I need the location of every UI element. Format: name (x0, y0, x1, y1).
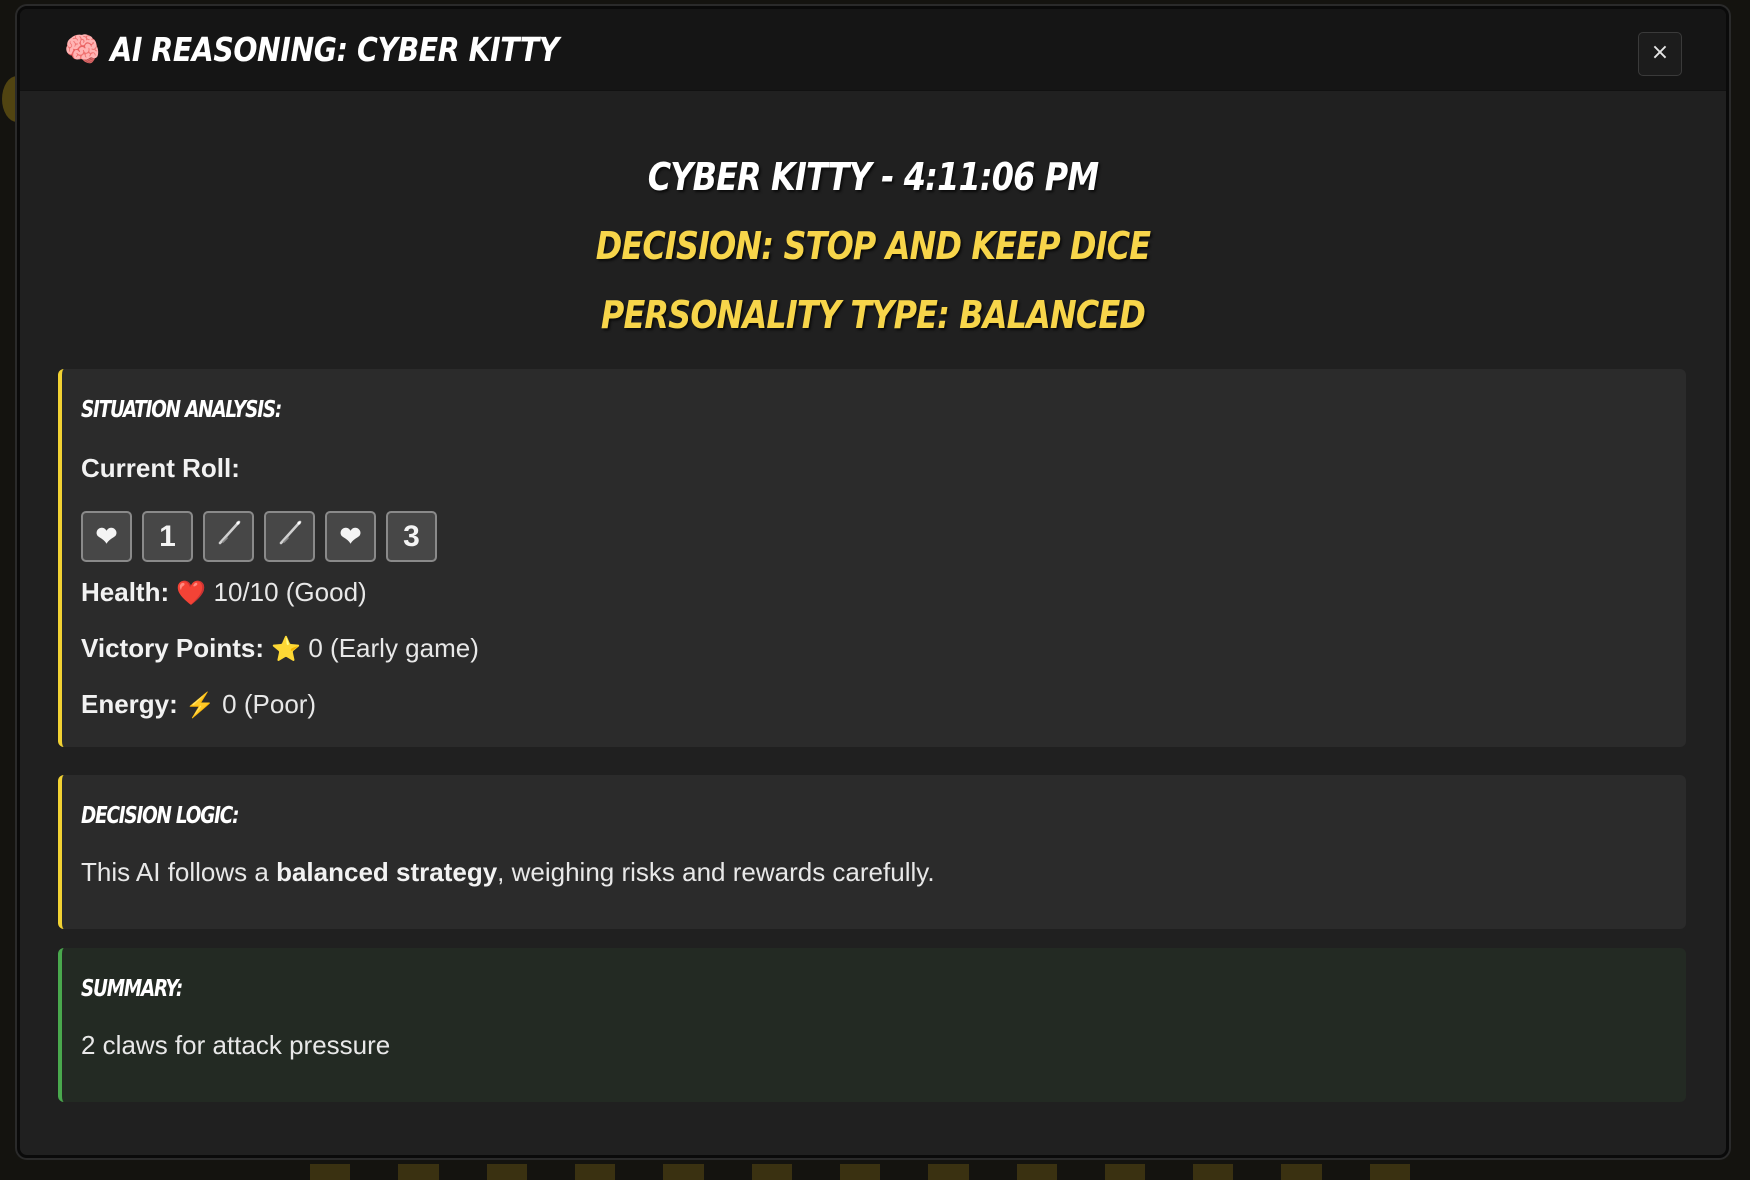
die-number: 3 (403, 519, 420, 553)
heart-icon: ❤️ (176, 580, 207, 607)
player-time-heading: CYBER KITTY - 4:11:06 PM (647, 155, 1099, 199)
logic-text-before: This AI follows a (81, 857, 277, 887)
current-roll-line: Current Roll: (81, 453, 1686, 483)
star-icon: ⭐ (271, 636, 302, 663)
die-number: 1 (159, 519, 176, 553)
modal-title-text: AI REASONING: CYBER KITTY (110, 30, 559, 69)
heart-icon: ❤ (95, 521, 118, 551)
modal-header: 🧠 AI REASONING: CYBER KITTY × (20, 9, 1726, 91)
close-button[interactable]: × (1638, 32, 1682, 76)
die-6[interactable]: 3 (386, 511, 437, 562)
energy-value: 0 (Poor) (222, 689, 317, 719)
logic-text-after: , weighing risks and rewards carefully. (497, 857, 935, 887)
die-4[interactable] (264, 511, 315, 562)
die-2[interactable]: 1 (142, 511, 193, 562)
modal-title: 🧠 AI REASONING: CYBER KITTY (64, 30, 559, 70)
summary-text: 2 claws for attack pressure (81, 1030, 391, 1060)
summary-panel: SUMMARY: 2 claws for attack pressure (58, 948, 1686, 1102)
dice-row: ❤ 1 ❤ 3 (81, 511, 1686, 562)
decision-logic-panel: DECISION LOGIC: This AI follows a balanc… (58, 775, 1686, 929)
die-1[interactable]: ❤ (81, 511, 132, 562)
current-roll-label: Current Roll: (81, 453, 240, 483)
victory-points-value: 0 (Early game) (308, 633, 479, 663)
decision-logic-title: DECISION LOGIC: (81, 803, 239, 829)
health-line: Health: ❤️ 10/10 (Good) (81, 577, 1686, 607)
summary-title: SUMMARY: (81, 976, 183, 1002)
health-label: Health: (81, 577, 170, 607)
health-value: 10/10 (Good) (213, 577, 367, 607)
claw-icon (214, 518, 244, 556)
situation-analysis-panel: SITUATION ANALYSIS: Current Roll: ❤ 1 ❤ 3 H… (58, 369, 1686, 747)
energy-line: Energy: ⚡ 0 (Poor) (81, 689, 1686, 719)
logic-text-bold: balanced strategy (276, 857, 498, 887)
decision-heading-text: DECISION: STOP AND KEEP DICE (595, 224, 1151, 268)
brain-icon: 🧠 (64, 29, 100, 70)
personality-heading: PERSONALITY TYPE: BALANCED (600, 293, 1146, 337)
decision-heading: CYBER KITTY - 4:11:06 PM DECISION: STOP … (20, 91, 1726, 350)
victory-points-label: Victory Points: (81, 633, 265, 663)
victory-points-line: Victory Points: ⭐ 0 (Early game) (81, 633, 1686, 663)
situation-analysis-title: SITUATION ANALYSIS: (81, 397, 282, 423)
background-card-strip (310, 1164, 1411, 1180)
heart-icon: ❤ (339, 521, 362, 551)
decision-logic-text: This AI follows a balanced strategy, wei… (81, 857, 1686, 887)
energy-label: Energy: (81, 689, 178, 719)
ai-reasoning-modal: 🧠 AI REASONING: CYBER KITTY × CYBER KITT… (17, 6, 1729, 1158)
die-3[interactable] (203, 511, 254, 562)
claw-icon (275, 518, 305, 556)
lightning-icon: ⚡ (185, 692, 215, 719)
die-5[interactable]: ❤ (325, 511, 376, 562)
